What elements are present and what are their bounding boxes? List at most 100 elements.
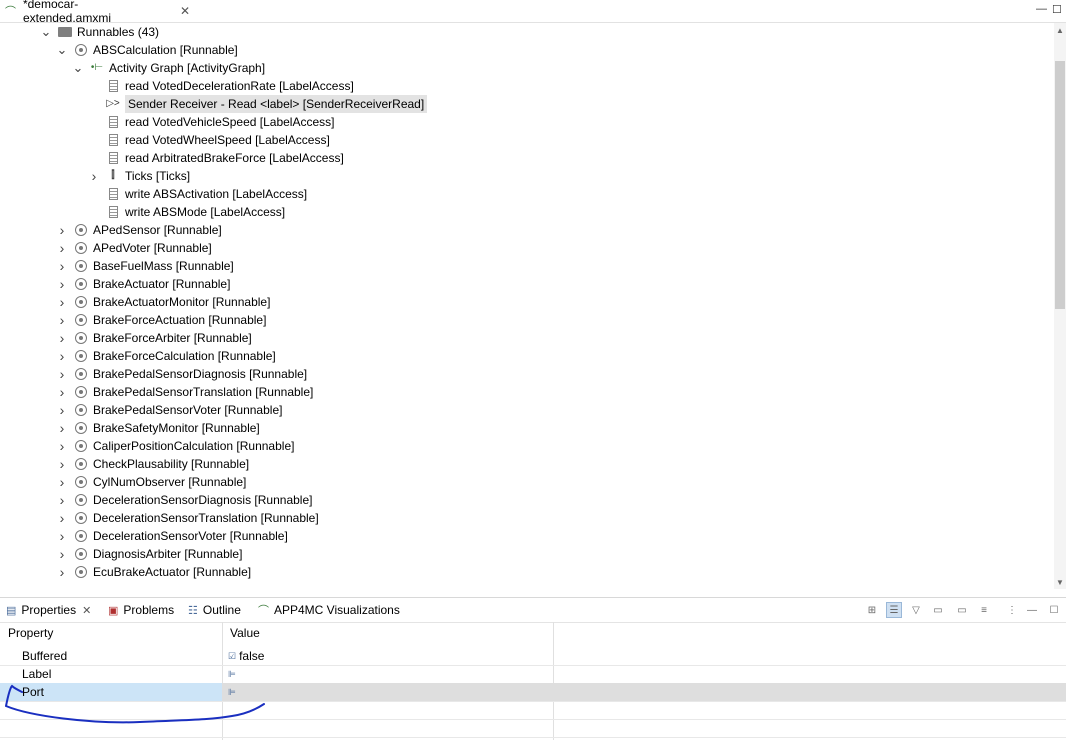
- tree-item[interactable]: › ⫿ Ticks [Ticks]: [88, 167, 190, 185]
- scrollbar-thumb[interactable]: [1055, 61, 1065, 309]
- tree-item[interactable]: › CylNumObserver [Runnable]: [56, 473, 247, 491]
- chevron-right-icon[interactable]: ›: [56, 257, 68, 275]
- tree-item[interactable]: ⌄ •⊢ Activity Graph [ActivityGraph]: [72, 59, 266, 77]
- tree-item[interactable]: read VotedDecelerationRate [LabelAccess]: [88, 77, 354, 95]
- tree-item[interactable]: › CheckPlausability [Runnable]: [56, 455, 249, 473]
- chevron-right-icon[interactable]: ›: [56, 509, 68, 527]
- editor-tab[interactable]: ⌒ *democar-extended.amxmi ✕: [0, 0, 190, 25]
- chevron-right-icon[interactable]: ›: [56, 347, 68, 365]
- tree-item-label: BrakePedalSensorDiagnosis [Runnable]: [93, 367, 308, 381]
- tree-item[interactable]: write ABSMode [LabelAccess]: [88, 203, 285, 221]
- runnable-icon: [74, 367, 88, 381]
- label-access-icon: [106, 133, 120, 147]
- tree-item[interactable]: › DecelerationSensorTranslation [Runnable…: [56, 509, 319, 527]
- minimize-icon[interactable]: —: [1024, 602, 1040, 618]
- tab-properties[interactable]: ▤ Properties ✕: [6, 598, 91, 622]
- advanced-icon[interactable]: ≡: [976, 602, 992, 618]
- chevron-right-icon[interactable]: ›: [56, 329, 68, 347]
- tree-item[interactable]: › BrakeForceCalculation [Runnable]: [56, 347, 276, 365]
- chevron-right-icon[interactable]: ›: [56, 419, 68, 437]
- model-tree[interactable]: ⌄ Runnables (43) ⌄ ABSCalculation [Runnable…: [0, 23, 1054, 589]
- chevron-right-icon[interactable]: ›: [56, 275, 68, 293]
- tree-item[interactable]: ⌄ ABSCalculation [Runnable]: [56, 41, 238, 59]
- chevron-right-icon[interactable]: ›: [56, 221, 68, 239]
- panel-tab-bar: ▤ Properties ✕ ▣ Problems ☷ Outline ⌒ AP…: [0, 597, 1066, 623]
- tree-item[interactable]: ⌄ Runnables (43): [40, 23, 160, 41]
- tree-item[interactable]: › BrakeActuator [Runnable]: [56, 275, 231, 293]
- tree-item[interactable]: › BrakeSafetyMonitor [Runnable]: [56, 419, 260, 437]
- runnable-icon: [74, 403, 88, 417]
- tree-item[interactable]: write ABSActivation [LabelAccess]: [88, 185, 307, 203]
- tab-app4mc-visualizations[interactable]: ⌒ APP4MC Visualizations: [258, 598, 400, 622]
- property-value[interactable]: false: [239, 647, 264, 665]
- chevron-down-icon[interactable]: ⌄: [56, 41, 68, 59]
- tree-item[interactable]: › BrakePedalSensorVoter [Runnable]: [56, 401, 283, 419]
- tab-label: Properties: [21, 603, 77, 617]
- chevron-right-icon[interactable]: ›: [56, 437, 68, 455]
- minimize-icon[interactable]: —: [1036, 3, 1047, 15]
- tree-item-label: APedVoter [Runnable]: [93, 241, 212, 255]
- chevron-right-icon[interactable]: ›: [56, 527, 68, 545]
- restore-default-icon[interactable]: ▭: [930, 602, 946, 618]
- tree-item[interactable]: › APedSensor [Runnable]: [56, 221, 222, 239]
- property-row-buffered[interactable]: Buffered ☑ false: [0, 647, 1066, 666]
- tree-item-label: DiagnosisArbiter [Runnable]: [93, 547, 243, 561]
- view-menu-icon[interactable]: ⋮: [1004, 602, 1020, 618]
- editor-tab-bar: ⌒ *democar-extended.amxmi ✕ — ☐: [0, 0, 1066, 25]
- tree-item[interactable]: › BrakePedalSensorDiagnosis [Runnable]: [56, 365, 307, 383]
- tree-item[interactable]: › DecelerationSensorDiagnosis [Runnable]: [56, 491, 313, 509]
- scroll-down-icon[interactable]: ▼: [1054, 577, 1066, 589]
- tree-item[interactable]: ▷> Sender Receiver - Read <label> [Sender…: [88, 95, 428, 113]
- show-categories-icon[interactable]: ☰: [886, 602, 902, 618]
- tab-label: APP4MC Visualizations: [274, 603, 400, 617]
- tree-item-label: BrakePedalSensorVoter [Runnable]: [93, 403, 283, 417]
- chevron-down-icon[interactable]: ⌄: [40, 23, 52, 41]
- tree-item[interactable]: › BrakeForceArbiter [Runnable]: [56, 329, 252, 347]
- chevron-right-icon[interactable]: ›: [56, 455, 68, 473]
- tree-item[interactable]: › BaseFuelMass [Runnable]: [56, 257, 234, 275]
- activity-graph-icon: •⊢: [90, 62, 104, 73]
- tree-item[interactable]: read VotedVehicleSpeed [LabelAccess]: [88, 113, 334, 131]
- column-header-property[interactable]: Property: [8, 622, 53, 644]
- chevron-right-icon[interactable]: ›: [56, 491, 68, 509]
- maximize-icon[interactable]: ☐: [1052, 3, 1062, 16]
- problems-icon: ▣: [108, 604, 119, 617]
- runnable-icon: [74, 259, 88, 273]
- sender-receiver-icon: ▷>: [106, 98, 120, 109]
- close-icon[interactable]: ✕: [180, 4, 190, 18]
- chevron-down-icon[interactable]: ⌄: [72, 59, 84, 77]
- chevron-right-icon[interactable]: ›: [56, 293, 68, 311]
- chevron-right-icon[interactable]: ›: [88, 167, 100, 185]
- tree-item[interactable]: › BrakePedalSensorTranslation [Runnable]: [56, 383, 314, 401]
- tree-item[interactable]: › BrakeActuatorMonitor [Runnable]: [56, 293, 271, 311]
- tree-item[interactable]: › DiagnosisArbiter [Runnable]: [56, 545, 243, 563]
- tab-problems[interactable]: ▣ Problems: [108, 598, 174, 622]
- tree-item-label: DecelerationSensorTranslation [Runnable]: [93, 511, 319, 525]
- tree-item[interactable]: read ArbitratedBrakeForce [LabelAccess]: [88, 149, 344, 167]
- tree-item[interactable]: read VotedWheelSpeed [LabelAccess]: [88, 131, 330, 149]
- chevron-right-icon[interactable]: ›: [56, 311, 68, 329]
- filter-icon[interactable]: ▽: [908, 602, 924, 618]
- tree-item-label: read VotedVehicleSpeed [LabelAccess]: [125, 115, 335, 129]
- chevron-right-icon[interactable]: ›: [56, 239, 68, 257]
- copy-icon[interactable]: ▭: [954, 602, 970, 618]
- tree-item[interactable]: › EcuBrakeActuator [Runnable]: [56, 563, 251, 581]
- chevron-right-icon[interactable]: ›: [56, 545, 68, 563]
- maximize-icon[interactable]: ☐: [1046, 602, 1062, 618]
- chevron-right-icon[interactable]: ›: [56, 401, 68, 419]
- tree-item[interactable]: › CaliperPositionCalculation [Runnable]: [56, 437, 295, 455]
- chevron-right-icon[interactable]: ›: [56, 383, 68, 401]
- tree-item[interactable]: › APedVoter [Runnable]: [56, 239, 212, 257]
- chevron-right-icon[interactable]: ›: [56, 365, 68, 383]
- tree-item[interactable]: › DecelerationSensorVoter [Runnable]: [56, 527, 288, 545]
- scroll-up-icon[interactable]: ▲: [1054, 25, 1066, 37]
- runnable-icon: [74, 457, 88, 471]
- chevron-right-icon[interactable]: ›: [56, 473, 68, 491]
- tree-scrollbar[interactable]: ▲ ▼: [1054, 23, 1066, 589]
- close-icon[interactable]: ✕: [82, 604, 91, 617]
- tree-item[interactable]: › BrakeForceActuation [Runnable]: [56, 311, 267, 329]
- column-header-value[interactable]: Value: [230, 622, 260, 644]
- tab-outline[interactable]: ☷ Outline: [188, 598, 241, 622]
- pin-icon[interactable]: ⊞: [864, 602, 880, 618]
- chevron-right-icon[interactable]: ›: [56, 563, 68, 581]
